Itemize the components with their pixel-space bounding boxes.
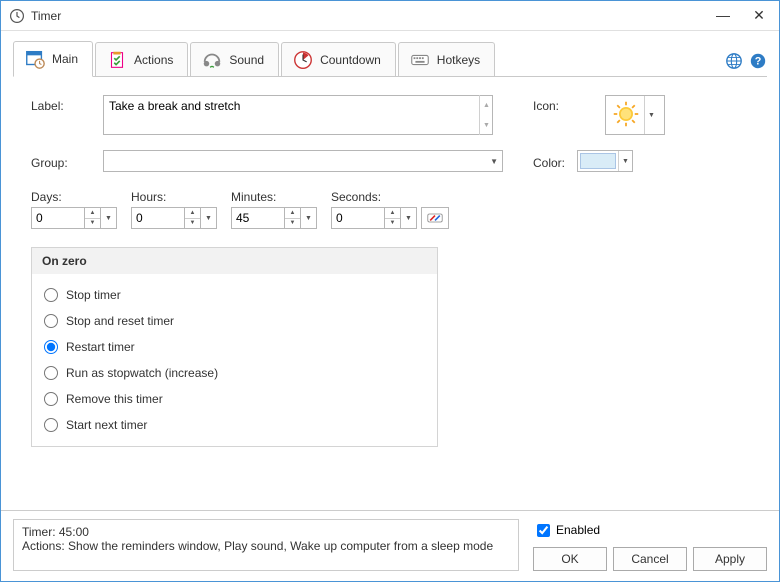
group-field-label: Group:: [31, 152, 103, 170]
tab-main[interactable]: Main: [13, 41, 93, 77]
hours-label: Hours:: [131, 190, 217, 204]
cancel-button[interactable]: Cancel: [613, 547, 687, 571]
seconds-input[interactable]: [331, 207, 385, 229]
seconds-spinner[interactable]: ▲▼: [385, 207, 401, 229]
tab-actions-label: Actions: [134, 53, 173, 67]
window-title: Timer: [31, 9, 711, 23]
tab-countdown[interactable]: Countdown: [281, 42, 396, 77]
radio-next-label: Start next timer: [66, 418, 147, 432]
color-picker[interactable]: ▼: [577, 150, 633, 172]
radio-restart-label: Restart timer: [66, 340, 135, 354]
days-input[interactable]: [31, 207, 85, 229]
seconds-label: Seconds:: [331, 190, 449, 204]
sun-icon: [612, 100, 640, 131]
summary-box: Timer: 45:00 Actions: Show the reminders…: [13, 519, 519, 571]
radio-next[interactable]: [44, 418, 58, 432]
minimize-button[interactable]: —: [711, 7, 735, 24]
radio-stopwatch-label: Run as stopwatch (increase): [66, 366, 218, 380]
color-swatch: [580, 153, 616, 169]
days-spinner[interactable]: ▲▼: [85, 207, 101, 229]
group-select[interactable]: ▼: [103, 150, 503, 172]
tab-countdown-label: Countdown: [320, 53, 381, 67]
on-zero-group: On zero Stop timer Stop and reset timer …: [31, 247, 438, 447]
tab-hotkeys[interactable]: Hotkeys: [398, 42, 495, 77]
hours-input[interactable]: [131, 207, 185, 229]
seconds-dropdown[interactable]: ▼: [401, 207, 417, 229]
globe-icon[interactable]: [725, 52, 743, 73]
days-dropdown[interactable]: ▼: [101, 207, 117, 229]
dialog-window: Timer — ✕ Main Actions Sound Countdown H…: [0, 0, 780, 582]
tab-content: Label: ▲▼ Icon: ▼ Group: ▼ Color: ▼ Days…: [1, 77, 779, 510]
tab-sound-label: Sound: [229, 53, 264, 67]
enabled-label: Enabled: [556, 523, 600, 537]
on-zero-heading: On zero: [32, 248, 437, 274]
summary-line-2: Actions: Show the reminders window, Play…: [22, 539, 510, 553]
footer: Timer: 45:00 Actions: Show the reminders…: [1, 510, 779, 581]
close-button[interactable]: ✕: [747, 7, 771, 24]
color-field-label: Color:: [533, 152, 577, 170]
radio-stop-reset[interactable]: [44, 314, 58, 328]
tab-bar: Main Actions Sound Countdown Hotkeys ?: [1, 31, 779, 77]
hours-dropdown[interactable]: ▼: [201, 207, 217, 229]
days-label: Days:: [31, 190, 117, 204]
apply-button[interactable]: Apply: [693, 547, 767, 571]
hours-spinner[interactable]: ▲▼: [185, 207, 201, 229]
icon-picker[interactable]: ▼: [605, 95, 665, 135]
minutes-dropdown[interactable]: ▼: [301, 207, 317, 229]
radio-remove[interactable]: [44, 392, 58, 406]
titlebar: Timer — ✕: [1, 1, 779, 31]
help-icon[interactable]: ?: [749, 52, 767, 73]
radio-restart[interactable]: [44, 340, 58, 354]
radio-stop[interactable]: [44, 288, 58, 302]
radio-stopwatch[interactable]: [44, 366, 58, 380]
tab-main-label: Main: [52, 52, 78, 66]
ok-button[interactable]: OK: [533, 547, 607, 571]
svg-text:?: ?: [755, 56, 762, 68]
tab-actions[interactable]: Actions: [95, 42, 188, 77]
summary-line-1: Timer: 45:00: [22, 525, 510, 539]
clear-time-button[interactable]: [421, 207, 449, 229]
label-spinner[interactable]: ▲▼: [479, 95, 493, 135]
minutes-spinner[interactable]: ▲▼: [285, 207, 301, 229]
tab-hotkeys-label: Hotkeys: [437, 53, 480, 67]
app-icon: [9, 8, 25, 24]
minutes-input[interactable]: [231, 207, 285, 229]
radio-stop-label: Stop timer: [66, 288, 121, 302]
radio-remove-label: Remove this timer: [66, 392, 163, 406]
label-input[interactable]: [103, 95, 493, 135]
enabled-checkbox[interactable]: [537, 524, 550, 537]
label-field-label: Label:: [31, 95, 103, 113]
icon-field-label: Icon:: [533, 95, 605, 113]
minutes-label: Minutes:: [231, 190, 317, 204]
radio-stop-reset-label: Stop and reset timer: [66, 314, 174, 328]
tab-sound[interactable]: Sound: [190, 42, 279, 77]
